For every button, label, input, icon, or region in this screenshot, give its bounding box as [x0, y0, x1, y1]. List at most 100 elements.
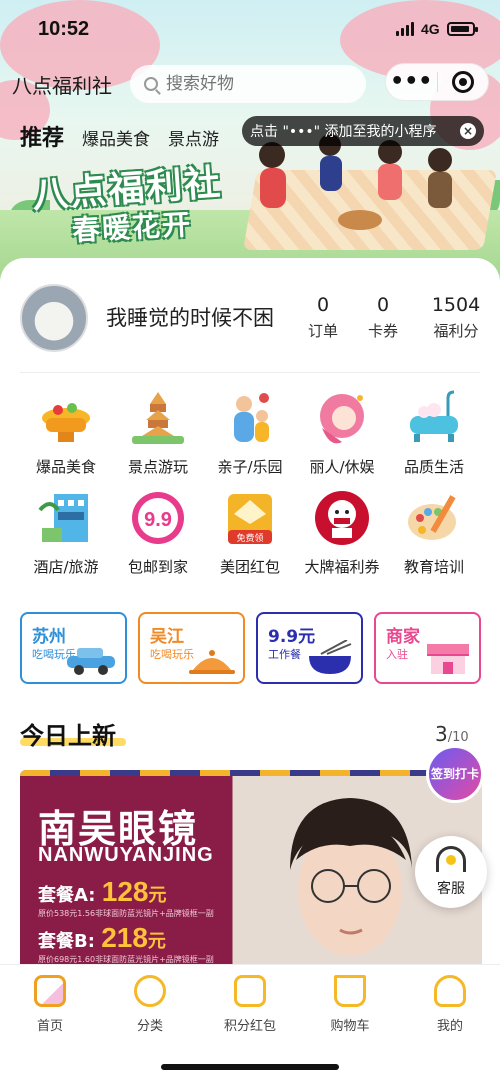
promo-title: 商家: [386, 627, 420, 647]
package-label: 套餐A:: [38, 885, 96, 906]
customer-service-button[interactable]: 客服: [415, 836, 487, 908]
category-label: 亲子/乐园: [217, 458, 283, 476]
package-unit: 元: [147, 931, 166, 952]
noodle-bowl-icon: [309, 640, 352, 674]
category-family[interactable]: 亲子/乐园: [204, 388, 296, 477]
package-a: 套餐A: 128元: [38, 876, 166, 908]
category-quality-life[interactable]: 品质生活: [388, 388, 480, 477]
app-title: 八点福利社: [12, 74, 112, 98]
category-brand-coupons[interactable]: 大牌福利券: [296, 488, 388, 577]
category-label: 包邮到家: [127, 558, 188, 576]
category-hot-food[interactable]: 爆品美食: [20, 388, 112, 477]
banner-subtitle: 春暖花开: [71, 207, 193, 248]
pagoda-icon: [128, 388, 188, 448]
stat-points[interactable]: 1504 福利分: [428, 294, 484, 341]
tab-scenic[interactable]: 景点游: [168, 125, 219, 150]
promo-title: 吴江: [150, 627, 184, 647]
tabbar-profile[interactable]: 我的: [400, 975, 500, 1034]
promo-subtitle: 吃喝玩乐: [150, 648, 194, 661]
category-icon: [134, 975, 166, 1007]
category-label: 丽人/休娱: [309, 458, 375, 476]
palette-icon: [404, 488, 464, 548]
category-label: 爆品美食: [35, 458, 96, 476]
orders-label: 订单: [308, 322, 339, 340]
category-education[interactable]: 教育培训: [388, 488, 480, 577]
network-type: 4G: [421, 21, 440, 37]
checkin-badge[interactable]: 签到打卡: [426, 745, 484, 803]
cart-icon: [334, 975, 366, 1007]
bathtub-icon: [404, 388, 464, 448]
tabbar-home[interactable]: 首页: [0, 975, 100, 1034]
signal-icon: [396, 22, 416, 36]
tip-text: 点击 "•••" 添加至我的小程序: [250, 124, 437, 140]
category-label: 大牌福利券: [304, 558, 380, 576]
hotel-icon: [36, 488, 96, 548]
more-icon[interactable]: •••: [386, 71, 437, 93]
package-price: 218: [101, 922, 148, 953]
product-banner[interactable]: 南吴眼镜 NANWUYANJING 套餐A: 128元 原价538元1.56非球…: [20, 770, 482, 970]
category-tabs: 推荐 爆品美食 景点游: [20, 120, 237, 152]
tabbar-label: 我的: [436, 1019, 463, 1034]
tab-recommend[interactable]: 推荐: [20, 120, 64, 152]
user-profile[interactable]: 我睡觉的时候不困 0 订单 0 卡券 1504 福利分: [18, 282, 482, 358]
orders-count: 0: [316, 294, 330, 316]
dish-cover-icon: [189, 650, 235, 674]
target-icon: [451, 71, 474, 93]
shop-icon: [427, 644, 469, 674]
search-icon: [144, 77, 158, 91]
red-packet-icon: 免费领: [220, 488, 280, 548]
car-icon: [67, 648, 115, 675]
kfc-icon: [312, 488, 372, 548]
tabbar-label: 首页: [36, 1019, 63, 1034]
tip-close-icon[interactable]: ×: [460, 123, 476, 139]
headset-icon: [436, 846, 466, 872]
tabbar-category[interactable]: 分类: [100, 975, 200, 1034]
beauty-icon: [312, 388, 372, 448]
page-current: 3: [435, 722, 448, 746]
search-input[interactable]: [166, 74, 356, 94]
points-count: 1504: [431, 294, 481, 316]
nine-nine-icon: 9.9: [128, 488, 188, 548]
tab-hot-food[interactable]: 爆品美食: [82, 125, 150, 150]
status-bar: 10:52 4G: [0, 0, 500, 58]
checkin-label: 签到打卡: [430, 767, 479, 781]
hero-banner[interactable]: 10:52 4G 八点福利社 ••• 推荐 爆品美食 景点游 点击 "•••" …: [0, 0, 500, 300]
tabbar-cart[interactable]: 购物车: [300, 975, 400, 1034]
stat-coupons[interactable]: 0 卡券: [368, 294, 398, 341]
promo-suzhou[interactable]: 苏州 吃喝玩乐: [20, 612, 127, 684]
category-label: 景点游玩: [127, 458, 188, 476]
username: 我睡觉的时候不困: [106, 306, 274, 330]
tabbar-label: 购物车: [330, 1019, 370, 1034]
tabbar-label: 积分红包: [223, 1019, 276, 1034]
close-miniprogram-button[interactable]: [437, 63, 488, 101]
red-packet-text: 免费领: [236, 532, 263, 544]
coupons-count: 0: [376, 294, 390, 316]
points-label: 福利分: [433, 322, 479, 340]
section-title: 今日上新: [20, 722, 116, 750]
hotpot-icon: [36, 388, 96, 448]
tabbar-label: 分类: [136, 1019, 163, 1034]
category-free-shipping[interactable]: 9.9 包邮到家: [112, 488, 204, 577]
battery-icon: [447, 22, 478, 36]
service-label: 客服: [437, 881, 465, 897]
status-time: 10:52: [38, 18, 90, 40]
tabbar-points[interactable]: 积分红包: [200, 975, 300, 1034]
promo-subtitle: 入驻: [386, 648, 408, 661]
category-hotel[interactable]: 酒店/旅游: [20, 488, 112, 577]
promo-subtitle: 工作餐: [268, 648, 301, 661]
category-red-packet[interactable]: 免费领 美团红包: [204, 488, 296, 577]
nine-nine-text: 9.9: [144, 509, 172, 531]
package-unit: 元: [148, 885, 167, 906]
category-scenic[interactable]: 景点游玩: [112, 388, 204, 477]
category-beauty[interactable]: 丽人/休娱: [296, 388, 388, 477]
add-miniprogram-tip: 点击 "•••" 添加至我的小程序 ×: [242, 116, 484, 146]
profile-icon: [434, 975, 466, 1007]
category-label: 品质生活: [403, 458, 464, 476]
avatar[interactable]: [20, 284, 88, 352]
promo-merchant[interactable]: 商家 入驻: [374, 612, 481, 684]
stat-orders[interactable]: 0 订单: [308, 294, 338, 341]
page-total: 10: [452, 730, 469, 745]
search-bar[interactable]: [130, 65, 366, 103]
promo-wujiang[interactable]: 吴江 吃喝玩乐: [138, 612, 245, 684]
promo-work-meal[interactable]: 9.9元 工作餐: [256, 612, 363, 684]
